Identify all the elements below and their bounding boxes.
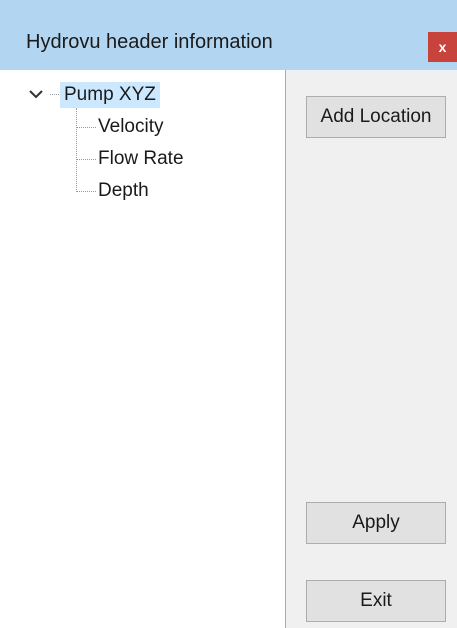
exit-button[interactable]: Exit [306,580,446,622]
tree-connector [76,159,96,160]
tree-connector-line [76,108,77,192]
tree-connector [76,191,96,192]
tree-node-label[interactable]: Velocity [98,114,163,140]
window-title: Hydrovu header information [26,31,273,53]
tree-node-label[interactable]: Pump XYZ [60,82,160,108]
tree-node-label[interactable]: Flow Rate [98,146,184,172]
tree-node-label[interactable]: Depth [98,178,149,204]
tree-view[interactable]: Pump XYZ Velocity Flow Rate Depth [0,70,286,628]
dialog-window: Hydrovu header information x Pump XYZ Ve… [0,0,457,628]
apply-button[interactable]: Apply [306,502,446,544]
close-button[interactable]: x [428,32,457,62]
add-location-button[interactable]: Add Location [306,96,446,138]
title-bar: Hydrovu header information x [0,0,457,70]
tree-connector [50,94,59,96]
chevron-down-icon[interactable] [28,86,44,102]
tree-connector [76,127,96,128]
